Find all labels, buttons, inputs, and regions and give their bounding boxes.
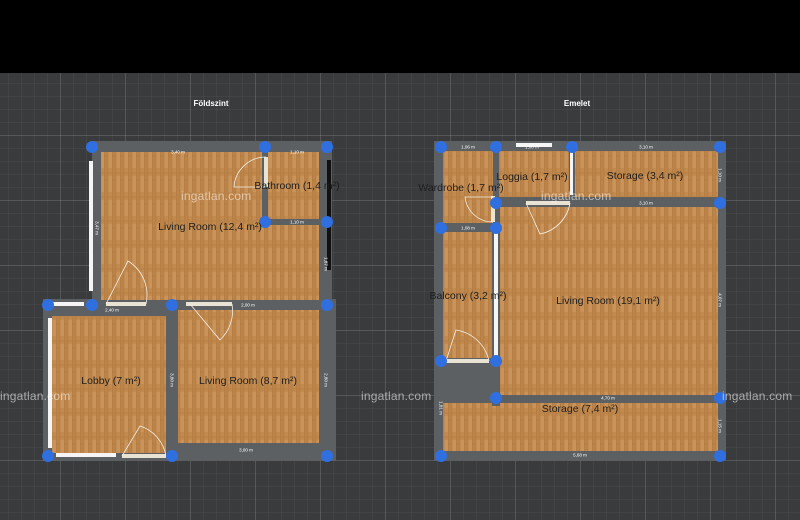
floor-plan-canvas[interactable] (0, 0, 800, 520)
corner-handle[interactable] (490, 197, 502, 209)
corner-handle[interactable] (42, 299, 54, 311)
room-label-living-room: Living Room (19,1 m²) (556, 295, 660, 307)
room-label-living-room: Living Room (12,4 m²) (158, 221, 262, 233)
corner-handle[interactable] (435, 355, 447, 367)
room-label-balcony: Balcony (3,2 m²) (429, 290, 507, 302)
door-leaf (186, 302, 232, 306)
corner-handle[interactable] (321, 450, 333, 462)
corner-handle[interactable] (42, 450, 54, 462)
dimension-label: 3,40 m (171, 149, 185, 155)
dimension-label: 1,00 m (525, 144, 539, 150)
dimension-label: 1,87 m (323, 257, 329, 271)
corner-handle[interactable] (435, 450, 447, 462)
dimension-label: 1,10 m (717, 168, 723, 182)
dimension-label: 2,80 m (323, 373, 329, 387)
dimension-label: 3,47 m (94, 221, 100, 235)
corner-handle[interactable] (490, 222, 502, 234)
window (327, 160, 331, 270)
floor-title-ground: Földszint (193, 99, 229, 108)
window (50, 302, 84, 306)
corner-handle[interactable] (490, 141, 502, 153)
corner-handle[interactable] (86, 141, 98, 153)
corner-handle[interactable] (490, 355, 502, 367)
corner-handle[interactable] (321, 216, 333, 228)
corner-handle[interactable] (435, 141, 447, 153)
dimension-label: 1,10 m (290, 219, 304, 225)
floor-title-upper: Emelet (563, 99, 591, 108)
corner-handle[interactable] (166, 299, 178, 311)
room-label-bathroom: Bathroom (1,4 m²) (254, 180, 340, 192)
door-leaf (122, 454, 166, 458)
watermark-text: ingatlan.com (0, 389, 71, 403)
watermark-text: ingatlan.com (361, 389, 432, 403)
dimension-label: 1,10 m (290, 149, 304, 155)
corner-handle[interactable] (259, 141, 271, 153)
dimension-label: 1,06 m (461, 144, 475, 150)
dimension-label: 4,07 m (717, 293, 723, 307)
window (89, 161, 93, 291)
dimension-label: 1,08 m (461, 225, 475, 231)
corner-handle[interactable] (490, 392, 502, 404)
watermark-text: ingatlan.com (722, 389, 793, 403)
dimension-label: 4,70 m (601, 395, 615, 401)
watermark-text: ingatlan.com (181, 189, 252, 203)
dimension-label: 2,00 m (241, 302, 255, 308)
window (48, 318, 52, 448)
corner-handle[interactable] (321, 141, 333, 153)
corner-handle[interactable] (714, 197, 726, 209)
corner-handle[interactable] (714, 450, 726, 462)
window (56, 453, 116, 457)
corner-handle[interactable] (714, 141, 726, 153)
door-leaf (106, 302, 146, 306)
corner-handle[interactable] (321, 299, 333, 311)
corner-handle[interactable] (166, 450, 178, 462)
room-label-wardrobe: Wardrobe (1,7 m²) (418, 182, 504, 194)
dimension-label: 3,80 m (169, 373, 175, 387)
room-label-living-room: Living Room (8,7 m²) (198, 375, 298, 387)
room-label-storage: Storage (3,4 m²) (606, 170, 684, 182)
dimension-label: 1,15 m (717, 419, 723, 433)
corner-handle[interactable] (86, 299, 98, 311)
room-label-storage: Storage (7,4 m²) (541, 403, 619, 415)
corner-handle[interactable] (566, 141, 578, 153)
dimension-label: 3,00 m (239, 447, 253, 453)
corner-handle[interactable] (435, 222, 447, 234)
room-label-loggia: Loggia (1,7 m²) (496, 171, 568, 183)
dimension-label: 1,81 m (438, 401, 444, 415)
dimension-label: 3,10 m (639, 200, 653, 206)
watermark-text: ingatlan.com (541, 189, 612, 203)
door-leaf (443, 359, 489, 363)
dimension-label: 3,10 m (639, 144, 653, 150)
room-label-lobby: Lobby (7 m²) (81, 375, 141, 387)
dimension-label: 5,68 m (573, 452, 587, 458)
dimension-label: 2,40 m (105, 307, 119, 313)
